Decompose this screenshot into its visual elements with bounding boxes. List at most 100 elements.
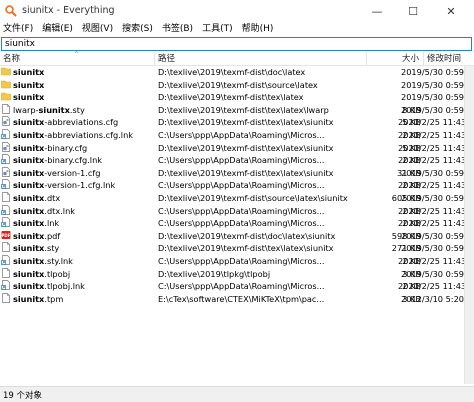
results-list: siunitx D:\texlive\2019\texmf-dist\doc\la… xyxy=(0,66,464,384)
file-path: D:\texlive\2019\tlpkg\tlpobj xyxy=(158,268,271,279)
match-highlight: siunitx xyxy=(13,180,45,191)
menu-help[interactable]: 帮助(H) xyxy=(239,22,280,36)
file-path: C:\Users\ppp\AppData\Roaming\Micros... xyxy=(158,130,325,140)
folder-icon xyxy=(1,66,12,79)
svg-text:PDF: PDF xyxy=(2,233,11,238)
file-row[interactable]: siunitx.tlpobj D:\texlive\2019\tlpkg\tlpo… xyxy=(0,267,464,281)
status-bar: 19 个对象 xyxy=(0,386,474,402)
file-row[interactable]: siunitx.dtx.lnk C:\Users\ppp\AppData\Roam… xyxy=(0,204,464,218)
file-row[interactable]: siunitx-version-1.cfg.lnk C:\Users\ppp\Ap… xyxy=(0,179,464,192)
column-header-path[interactable]: 路径 xyxy=(155,52,367,66)
match-highlight: siunitx xyxy=(13,268,45,279)
file-name: siunitx-abbreviations.cfg xyxy=(13,117,119,128)
search-box xyxy=(1,37,472,51)
config-file-icon xyxy=(1,141,12,155)
file-date: 2020/2/25 11:43 xyxy=(398,180,464,191)
file-date: 2020/2/25 11:43 xyxy=(398,281,464,292)
file-row[interactable]: siunitx.lnk C:\Users\ppp\AppData\Roaming\… xyxy=(0,217,464,230)
file-row[interactable]: siunitx-binary.cfg D:\texlive\2019\texmf-… xyxy=(0,141,464,155)
match-highlight: siunitx xyxy=(13,193,45,203)
menu-edit[interactable]: 编辑(E) xyxy=(39,22,79,36)
match-highlight: siunitx xyxy=(13,67,45,77)
file-date: 2019/5/30 0:59 xyxy=(401,92,464,103)
file-path: E:\cTex\software\CTEX\MiKTeX\tpm\pac... xyxy=(158,293,325,304)
shortcut-icon xyxy=(1,154,12,167)
file-date: 2020/2/25 11:43 xyxy=(398,155,464,166)
shortcut-icon xyxy=(1,217,12,230)
column-header-date[interactable]: 修改时间 xyxy=(424,52,470,66)
file-row[interactable]: siunitx-abbreviations.cfg D:\texlive\2019… xyxy=(0,116,464,129)
match-highlight: siunitx xyxy=(13,230,45,241)
file-row[interactable]: siunitx-binary.cfg.lnk C:\Users\ppp\AppDa… xyxy=(0,154,464,167)
file-row[interactable]: siunitx.tlpobj.lnk C:\Users\ppp\AppData\R… xyxy=(0,280,464,293)
file-name: siunitx.sty.lnk xyxy=(13,256,73,266)
close-button[interactable]: ✕ xyxy=(436,0,466,22)
everything-app-icon xyxy=(5,5,17,17)
match-highlight: siunitx xyxy=(13,142,45,153)
file-name: siunitx.tpm xyxy=(13,293,64,304)
file-date: 2019/5/30 0:59 xyxy=(401,167,464,178)
config-file-icon xyxy=(1,116,12,129)
minimize-icon: — xyxy=(371,4,383,18)
file-date: 2019/5/30 0:59 xyxy=(401,268,464,279)
file-path: C:\Users\ppp\AppData\Roaming\Micros... xyxy=(158,155,325,166)
close-icon: ✕ xyxy=(446,4,456,18)
search-input[interactable] xyxy=(2,38,471,50)
file-date: 2020/2/25 11:43 xyxy=(398,256,464,266)
shortcut-icon xyxy=(1,204,12,218)
file-date: 2020/2/25 11:43 xyxy=(398,142,464,153)
column-header-name[interactable]: 名称 ^ xyxy=(0,51,155,66)
file-row[interactable]: siunitx-abbreviations.cfg.lnk C:\Users\pp… xyxy=(0,129,464,142)
maximize-button[interactable]: ☐ xyxy=(398,0,428,22)
match-highlight: siunitx xyxy=(13,256,45,266)
menu-search[interactable]: 搜索(S) xyxy=(119,22,159,36)
file-row[interactable]: siunitx D:\texlive\2019\texmf-dist\source… xyxy=(0,79,464,92)
file-date: 2019/5/30 0:59 xyxy=(401,79,464,90)
file-row[interactable]: siunitx.tpm E:\cTex\software\CTEX\MiKTeX\… xyxy=(0,292,464,306)
menu-file[interactable]: 文件(F) xyxy=(0,22,39,36)
file-date: 2012/3/10 5:20 xyxy=(401,293,464,304)
file-name: siunitx.dtx.lnk xyxy=(13,205,76,216)
column-header-size[interactable]: 大小 xyxy=(367,52,424,66)
file-name: siunitx.lnk xyxy=(13,218,60,229)
match-highlight: siunitx xyxy=(13,79,45,90)
file-row[interactable]: siunitx D:\texlive\2019\texmf-dist\doc\la… xyxy=(0,66,464,79)
document-icon xyxy=(1,192,12,205)
match-highlight: siunitx xyxy=(13,167,45,178)
menu-tools[interactable]: 工具(T) xyxy=(199,22,239,36)
file-path: D:\texlive\2019\texmf-dist\source\latex xyxy=(158,79,318,90)
document-icon xyxy=(1,267,12,281)
menu-view[interactable]: 视图(V) xyxy=(79,22,119,36)
file-date: 2019/5/30 0:59 xyxy=(401,104,464,115)
vertical-scrollbar[interactable] xyxy=(464,66,474,384)
menu-bookmarks[interactable]: 书签(B) xyxy=(159,22,199,36)
file-row[interactable]: siunitx.sty D:\texlive\2019\texmf-dist\te… xyxy=(0,242,464,255)
file-date: 2019/5/30 0:59 xyxy=(401,230,464,241)
document-icon xyxy=(1,103,12,117)
file-row[interactable]: siunitx.dtx D:\texlive\2019\texmf-dist\so… xyxy=(0,192,464,205)
file-date: 2020/2/25 11:43 xyxy=(398,130,464,140)
file-path: D:\texlive\2019\texmf-dist\tex\latex\siu… xyxy=(158,142,334,153)
config-file-icon xyxy=(1,166,12,180)
file-row[interactable]: PDF siunitx.pdf D:\texlive\2019\texmf-dist… xyxy=(0,230,464,243)
match-highlight: siunitx xyxy=(13,205,45,216)
file-name: siunitx xyxy=(13,66,153,79)
sort-ascending-icon: ^ xyxy=(74,51,80,58)
match-highlight: siunitx xyxy=(13,117,45,128)
window-title: siunitx - Everything xyxy=(22,5,115,16)
file-row[interactable]: lwarp-siunitx.sty D:\texlive\2019\texmf-d… xyxy=(0,103,464,117)
match-highlight: siunitx xyxy=(13,130,45,140)
match-highlight: siunitx xyxy=(13,92,45,103)
pdf-file-icon: PDF xyxy=(1,230,12,243)
folder-icon xyxy=(1,79,12,92)
minimize-button[interactable]: — xyxy=(362,0,392,22)
file-name: siunitx-binary.cfg.lnk xyxy=(13,155,103,166)
file-row[interactable]: siunitx D:\texlive\2019\texmf-dist\tex\la… xyxy=(0,91,464,104)
file-row[interactable]: siunitx-version-1.cfg D:\texlive\2019\tex… xyxy=(0,166,464,180)
file-date: 2019/5/30 0:59 xyxy=(401,243,464,254)
column-header: 名称 ^ 路径 大小 修改时间 xyxy=(0,51,474,66)
match-highlight: siunitx xyxy=(38,104,70,115)
file-path: C:\Users\ppp\AppData\Roaming\Micros... xyxy=(158,205,325,216)
file-path: C:\Users\ppp\AppData\Roaming\Micros... xyxy=(158,256,325,266)
file-row[interactable]: siunitx.sty.lnk C:\Users\ppp\AppData\Roam… xyxy=(0,255,464,268)
